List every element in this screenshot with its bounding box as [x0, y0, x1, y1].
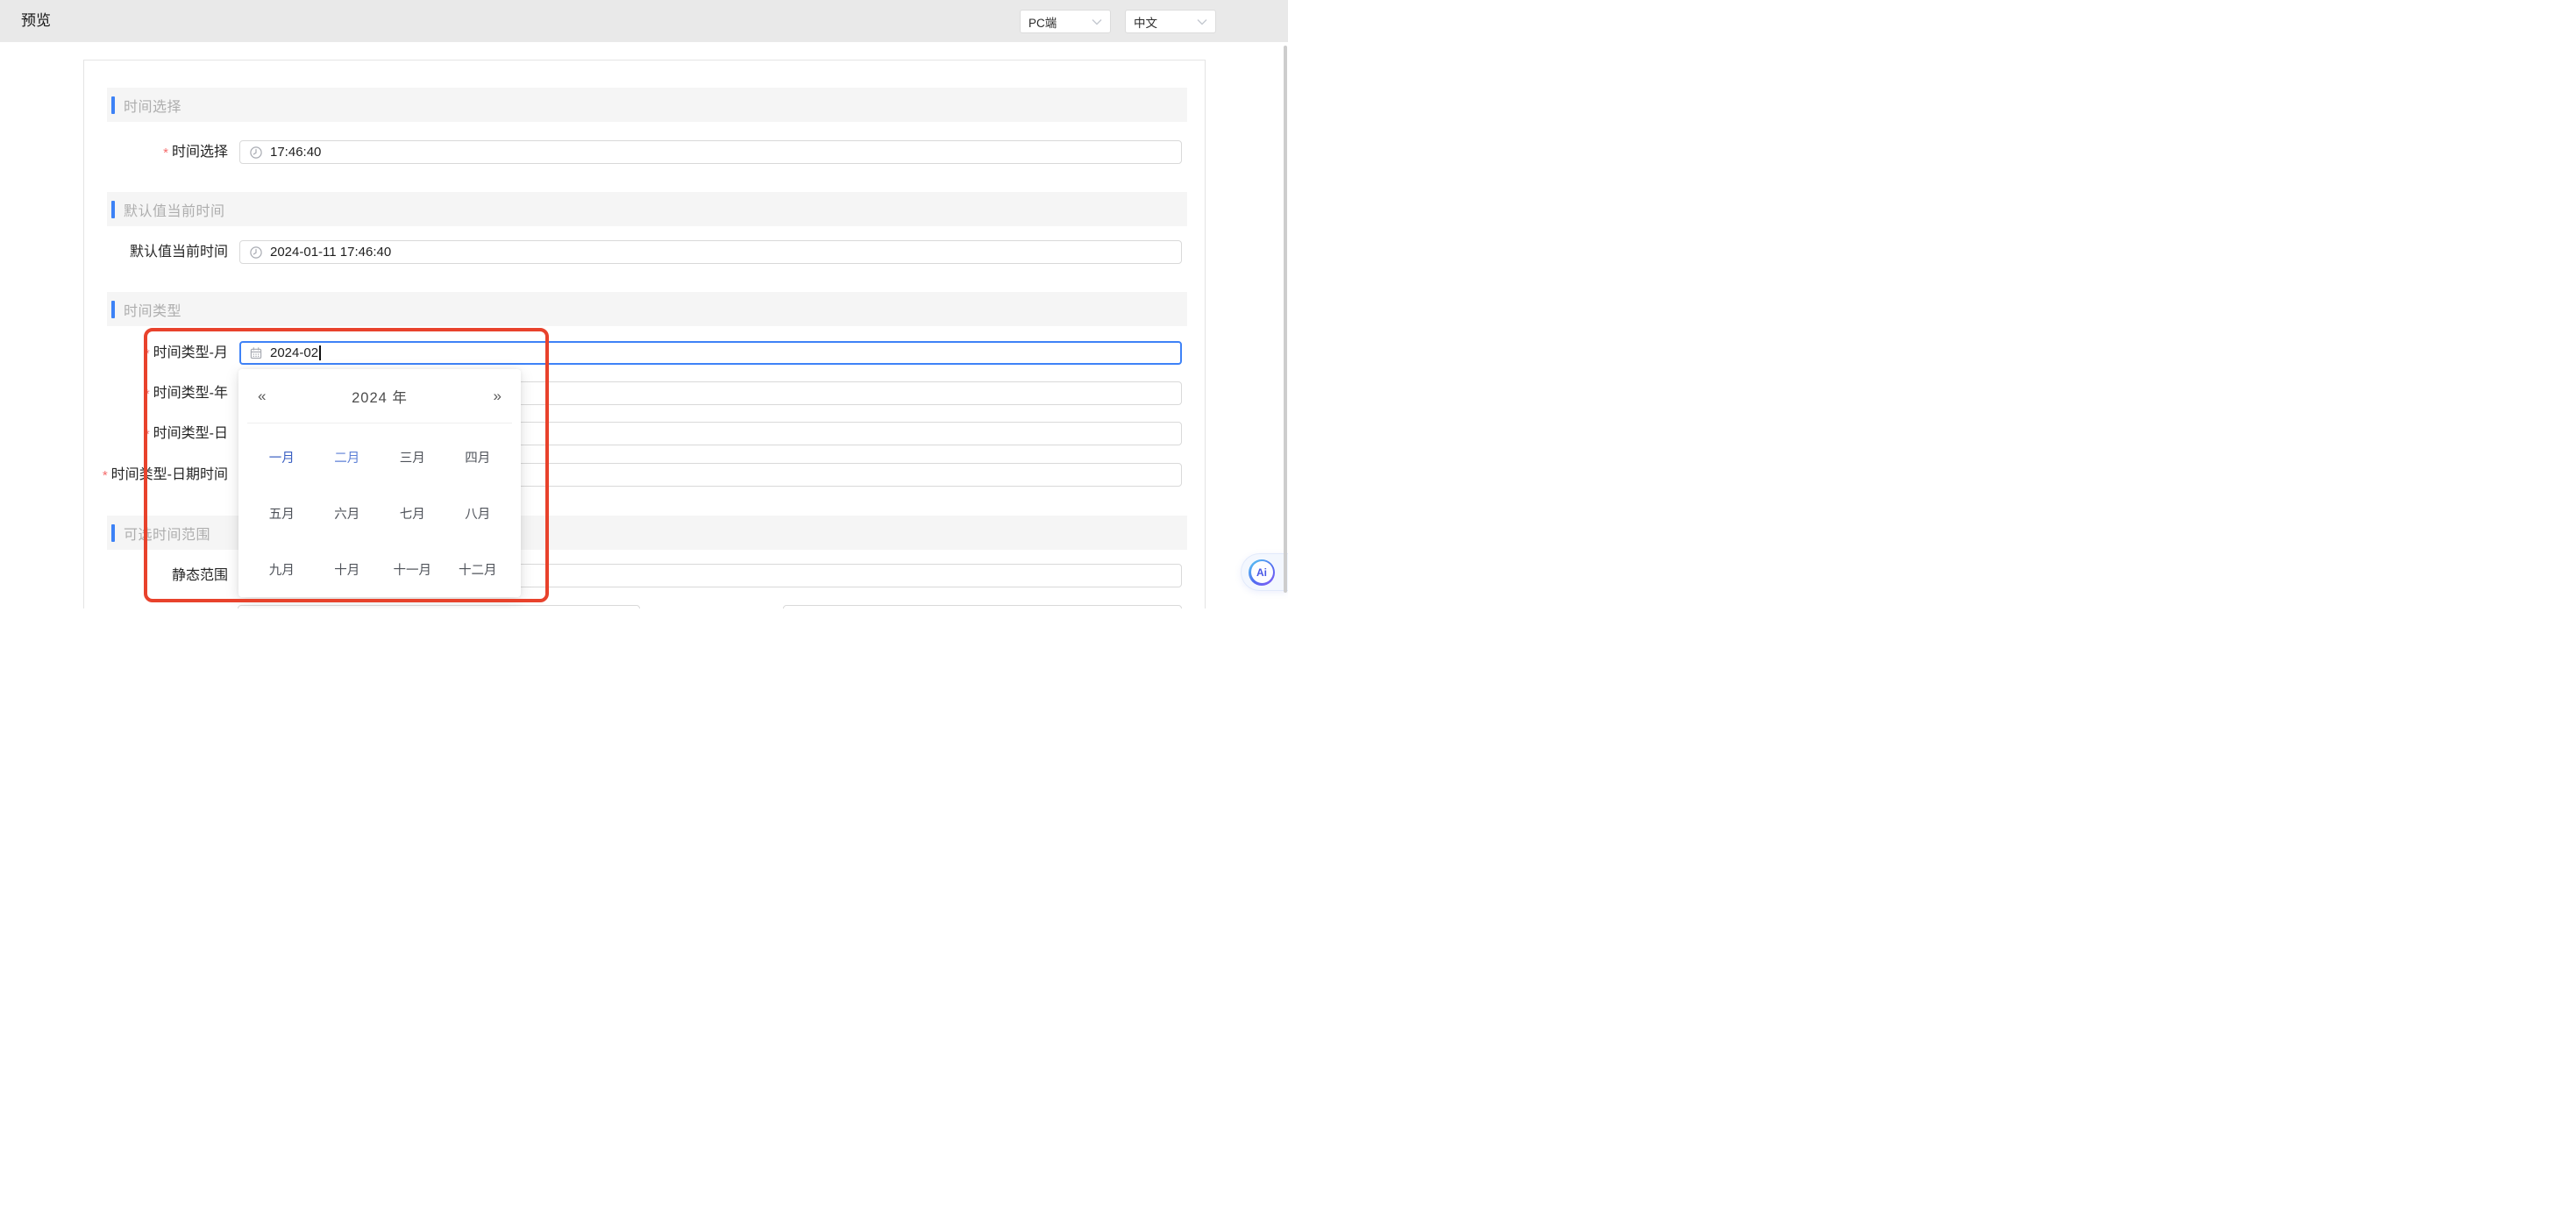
- chevron-down-icon: [1092, 18, 1102, 25]
- section-title: 时间选择: [124, 95, 181, 116]
- ai-icon: Ai: [1249, 559, 1275, 586]
- default-current-time-value: 2024-01-11 17:46:40: [270, 245, 391, 260]
- month-cell-sep[interactable]: 九月: [249, 541, 315, 597]
- device-select[interactable]: PC端: [1020, 10, 1111, 33]
- field-label: 静态范围: [172, 568, 228, 583]
- required-marker: *: [145, 427, 150, 442]
- field-row-time-type-day: *时间类型-日: [0, 422, 1288, 445]
- page-title: 预览: [21, 0, 51, 42]
- time-type-month-value: 2024-02: [270, 345, 318, 360]
- month-cell-jul[interactable]: 七月: [380, 485, 445, 541]
- required-marker: *: [103, 468, 108, 483]
- field-label: 时间选择: [172, 145, 228, 160]
- preview-screen: 预览 PC端 中文 时间选择 * 时间选择 17:46:40: [0, 0, 1288, 608]
- month-cell-oct[interactable]: 十月: [315, 541, 381, 597]
- section-accent-bar: [111, 201, 115, 218]
- section-title: 默认值当前时间: [124, 199, 225, 220]
- month-picker-panel: « 2024 年 » 一月 二月 三月 四月 五月 六月 七月 八月 九月 十月…: [238, 369, 521, 597]
- text-cursor: [319, 345, 321, 360]
- section-time-type: 时间类型: [107, 292, 1187, 326]
- next-year-button[interactable]: »: [494, 388, 502, 403]
- chevron-down-icon: [1197, 18, 1207, 25]
- month-cell-dec[interactable]: 十二月: [445, 541, 511, 597]
- month-cell-nov[interactable]: 十一月: [380, 541, 445, 597]
- month-cell-apr[interactable]: 四月: [445, 429, 511, 485]
- field-label: 默认值当前时间: [130, 245, 228, 260]
- field-row-time-type-year: *时间类型-年: [0, 381, 1288, 405]
- clock-icon: [249, 146, 263, 160]
- vertical-scrollbar-thumb[interactable]: [1284, 46, 1287, 593]
- required-marker: *: [145, 346, 150, 361]
- field-label: 时间类型-年: [153, 386, 228, 401]
- field-row-time-type-month: *时间类型-月 2024-02: [0, 341, 1288, 365]
- field-row-static-range: 静态范围: [0, 564, 1288, 587]
- year-label: 2024 年: [266, 386, 493, 407]
- section-accent-bar: [111, 96, 115, 114]
- time-type-month-input[interactable]: 2024-02: [239, 341, 1182, 365]
- field-label: 时间类型-日: [153, 426, 228, 441]
- section-title: 时间类型: [124, 299, 181, 320]
- device-select-value: PC端: [1028, 13, 1057, 31]
- section-accent-bar: [111, 524, 115, 542]
- field-label: 时间类型-月: [153, 345, 228, 360]
- language-select-value: 中文: [1134, 13, 1157, 31]
- month-grid: 一月 二月 三月 四月 五月 六月 七月 八月 九月 十月 十一月 十二月: [238, 423, 521, 597]
- section-default-current: 默认值当前时间: [107, 192, 1187, 226]
- month-picker-header: « 2024 年 »: [238, 369, 521, 423]
- month-cell-may[interactable]: 五月: [249, 485, 315, 541]
- default-current-time-input[interactable]: 2024-01-11 17:46:40: [239, 240, 1182, 264]
- prev-year-button[interactable]: «: [258, 388, 266, 403]
- section-time-select: 时间选择: [107, 88, 1187, 122]
- calendar-icon: [249, 346, 263, 360]
- required-marker: *: [163, 146, 168, 160]
- ai-assistant-button[interactable]: Ai: [1241, 553, 1288, 591]
- section-title: 可选时间范围: [124, 523, 210, 544]
- month-cell-jun[interactable]: 六月: [315, 485, 381, 541]
- field-row-default-current: 默认值当前时间 2024-01-11 17:46:40: [0, 240, 1288, 264]
- range-end-input[interactable]: [783, 605, 1182, 608]
- time-select-value: 17:46:40: [270, 145, 321, 160]
- language-select[interactable]: 中文: [1125, 10, 1216, 33]
- field-row-time-type-datetime: *时间类型-日期时间: [0, 463, 1288, 487]
- range-start-input[interactable]: [238, 605, 640, 608]
- topbar: 预览 PC端 中文: [0, 0, 1288, 42]
- month-cell-mar[interactable]: 三月: [380, 429, 445, 485]
- section-accent-bar: [111, 301, 115, 318]
- field-row-time-select: * 时间选择 17:46:40: [0, 140, 1288, 164]
- clock-icon: [249, 246, 263, 260]
- month-cell-jan[interactable]: 一月: [249, 429, 315, 485]
- time-select-input[interactable]: 17:46:40: [239, 140, 1182, 164]
- month-cell-aug[interactable]: 八月: [445, 485, 511, 541]
- field-label: 时间类型-日期时间: [111, 467, 228, 482]
- required-marker: *: [145, 387, 150, 402]
- month-cell-feb[interactable]: 二月: [315, 429, 381, 485]
